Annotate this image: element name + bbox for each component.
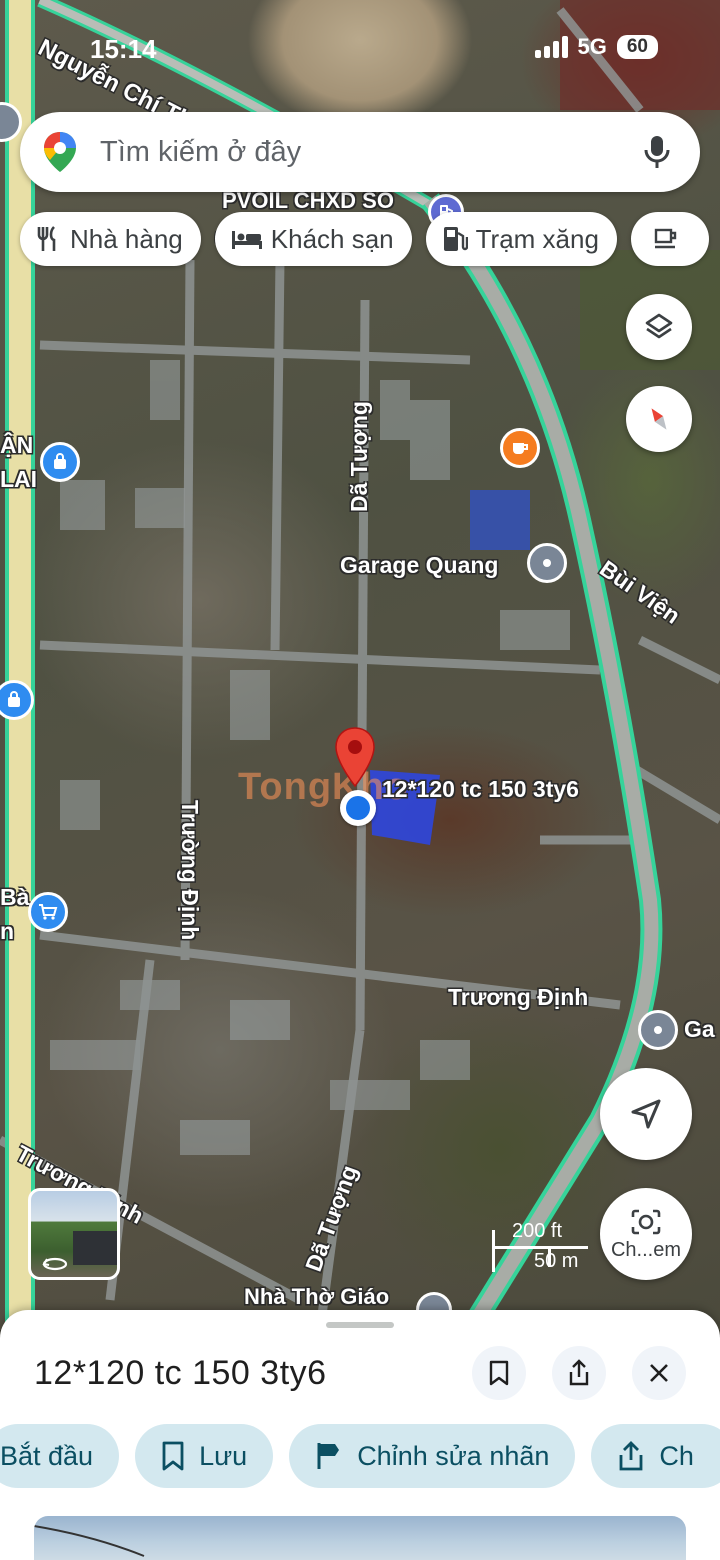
bookmark-icon — [489, 1360, 509, 1386]
photo-wire-lines — [34, 1525, 145, 1557]
close-button[interactable] — [632, 1346, 686, 1400]
share-button[interactable]: Ch — [591, 1424, 720, 1488]
edit-label-button[interactable]: Chỉnh sửa nhãn — [289, 1424, 576, 1488]
rotate-360-icon — [42, 1257, 68, 1271]
share-icon — [569, 1359, 589, 1386]
poi-label-ga: Ga — [684, 1016, 715, 1042]
sheet-drag-handle[interactable] — [326, 1322, 394, 1328]
chip-label: Khách sạn — [270, 223, 394, 254]
camera-search-button[interactable]: Ch...em — [600, 1188, 692, 1280]
compass-icon — [651, 408, 667, 430]
chip-more[interactable] — [630, 212, 709, 266]
camera-button-label: Ch...em — [610, 1238, 682, 1261]
network-type: 5G — [577, 34, 607, 59]
location-dot-icon — [340, 790, 376, 826]
signal-icon — [534, 36, 568, 58]
cafe-icon — [654, 228, 677, 249]
status-icons: 5G 60 — [534, 34, 658, 60]
close-icon — [650, 1364, 668, 1382]
marker-label[interactable]: 12*120 tc 150 3ty6 — [382, 776, 579, 803]
action-buttons-row: Bắt đầu Lưu Chỉnh sửa nhãn Ch — [0, 1424, 720, 1488]
microphone-icon[interactable] — [642, 134, 672, 170]
share-icon — [620, 1441, 643, 1471]
edit-label-label: Chỉnh sửa nhãn — [357, 1440, 550, 1471]
place-poi-right[interactable] — [638, 1010, 678, 1050]
cafe-poi[interactable] — [500, 428, 540, 468]
gas-station-icon — [443, 227, 468, 251]
status-time: 15:14 — [90, 34, 157, 64]
poi-label-garage-quang: Garage Quang — [340, 552, 499, 578]
dropped-pin-icon[interactable] — [334, 726, 376, 788]
poi-label-nha-tho: Nhà Thờ Giáo — [244, 1284, 390, 1309]
camera-lens-icon — [631, 1209, 661, 1234]
street-view-thumbnail[interactable] — [28, 1188, 120, 1280]
shopping-poi-1[interactable] — [40, 442, 80, 482]
search-input[interactable]: Tìm kiếm ở đây — [100, 136, 642, 169]
chip-gas-stations[interactable]: Trạm xăng — [425, 212, 617, 266]
chip-restaurants[interactable]: Nhà hàng — [20, 212, 201, 266]
place-label-left-ba: Bà — [0, 884, 30, 910]
flag-icon — [317, 1443, 340, 1469]
search-bar[interactable]: Tìm kiếm ở đây — [20, 112, 700, 192]
chip-label: Nhà hàng — [70, 223, 183, 254]
place-photo[interactable] — [34, 1516, 686, 1560]
my-location-button[interactable] — [600, 1068, 692, 1160]
bookmark-icon — [162, 1441, 184, 1471]
place-label-left-lai: LAI — [0, 466, 38, 492]
share-icon-button[interactable] — [552, 1346, 606, 1400]
start-button[interactable]: Bắt đầu — [0, 1424, 120, 1488]
cart-poi[interactable] — [28, 892, 68, 932]
place-label-left-n: n — [0, 918, 15, 944]
chip-label: Trạm xăng — [475, 223, 599, 254]
maps-logo-icon — [44, 132, 76, 172]
road-label-truong-dinh-vertical: Trường Định — [177, 800, 203, 941]
place-title: 12*120 tc 150 3ty6 — [34, 1354, 327, 1392]
save-label: Lưu — [199, 1440, 248, 1471]
road-label-truong-dinh-east: Trương Định — [448, 984, 589, 1010]
place-label-left-an: ẬN — [0, 432, 34, 458]
save-button[interactable]: Lưu — [135, 1424, 274, 1488]
battery-indicator: 60 — [616, 35, 658, 59]
save-icon-button[interactable] — [472, 1346, 526, 1400]
scale-lower-label: 50 m — [534, 1250, 579, 1272]
hotel-icon — [231, 231, 262, 249]
restaurant-icon — [37, 226, 56, 251]
place-bottom-sheet[interactable]: 12*120 tc 150 3ty6 Bắt đầu Lưu Chỉnh sửa… — [0, 1310, 720, 1560]
share-label: Ch — [659, 1440, 694, 1471]
start-label: Bắt đầu — [0, 1440, 94, 1471]
chip-hotels[interactable]: Khách sạn — [214, 212, 412, 266]
garage-poi[interactable] — [527, 543, 567, 583]
scale-upper-label: 200 ft — [512, 1220, 563, 1242]
scale-bar: 200 ft 50 m — [492, 1220, 592, 1278]
layers-icon — [645, 313, 673, 339]
category-chips: Nhà hàng Khách sạn Trạm xăng — [20, 212, 709, 266]
navigation-arrow-icon — [631, 1099, 661, 1129]
road-label-da-tuong-north: Dã Tượng — [346, 401, 372, 512]
compass-button[interactable] — [626, 386, 692, 452]
layers-button[interactable] — [626, 294, 692, 360]
